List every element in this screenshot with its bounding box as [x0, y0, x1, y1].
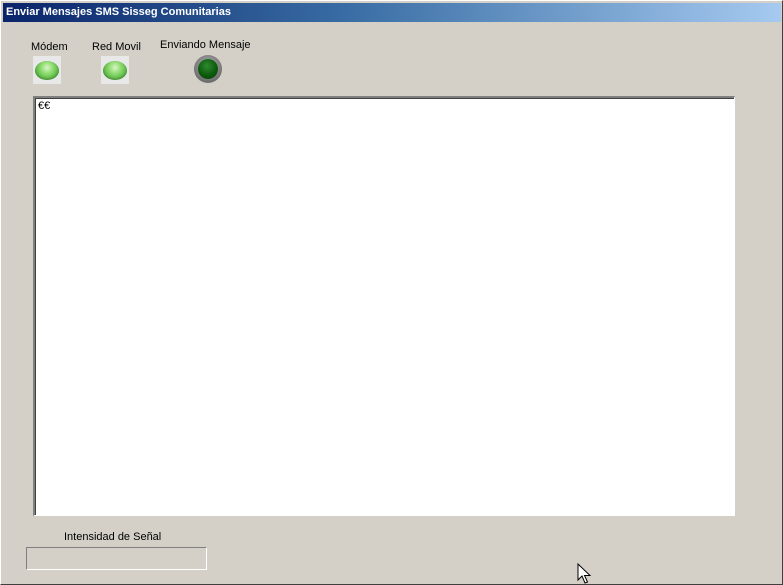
sending-message-indicator-label: Enviando Mensaje [160, 39, 251, 51]
mobile-network-status-led-icon [101, 56, 129, 84]
mouse-pointer-icon [577, 563, 592, 584]
modem-indicator-label: Módem [31, 41, 68, 53]
window-title: Enviar Mensajes SMS Sisseg Comunitarias [6, 6, 231, 18]
message-log-textarea[interactable]: €€ [33, 96, 735, 516]
sending-message-status-led-icon [194, 55, 222, 83]
message-log-text: €€ [38, 100, 51, 112]
main-window: Enviar Mensajes SMS Sisseg Comunitarias … [0, 0, 783, 585]
signal-strength-progress-bar [26, 547, 207, 570]
mobile-network-indicator-label: Red Movil [92, 41, 141, 53]
window-title-bar[interactable]: Enviar Mensajes SMS Sisseg Comunitarias [3, 3, 781, 22]
signal-strength-label: Intensidad de Señal [64, 531, 162, 543]
modem-status-led-icon [33, 56, 61, 84]
